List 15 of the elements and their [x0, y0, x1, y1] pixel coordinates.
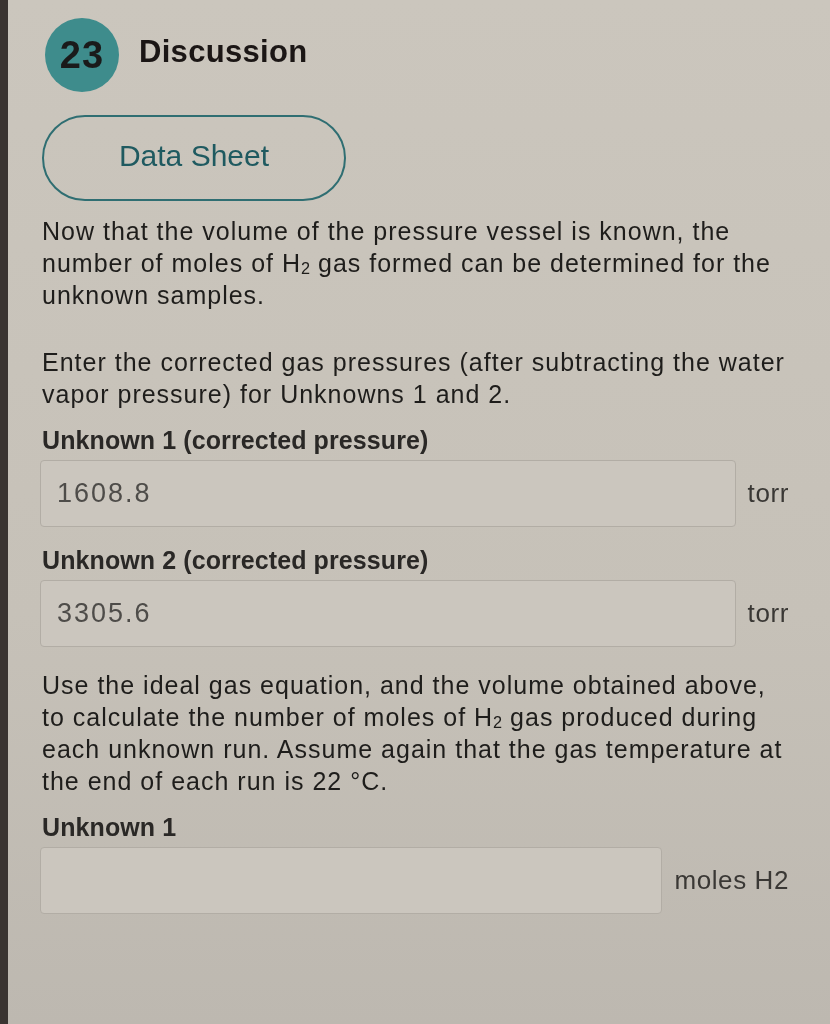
- instruction-text: Use the ideal gas equation, and the volume obtained above, to calculate the number of moles of H$_{2}$ gas produced during each unknown run. Assume again that the gas temperature at the end of each run is 22 °C.: [42, 670, 784, 797]
- instruction-text: Now that the volume of the pressure vessel is known, the number of moles of H$_{2}$ gas formed can be determined for the unknown samples.: [42, 216, 772, 311]
- field-label: Unknown 2 (corrected pressure): [42, 545, 430, 575]
- unit-label: moles H2: [674, 865, 789, 896]
- instruction-text: Enter the corrected gas pressures (after subtracting the water vapor pressure) for Unknowns 1 and 2.: [42, 347, 786, 410]
- field-label: Unknown 1: [42, 812, 178, 842]
- unit-label: torr: [747, 598, 789, 629]
- unit-label: torr: [747, 478, 789, 509]
- field-label: Unknown 1 (corrected pressure): [42, 425, 430, 455]
- step-number: 23: [45, 18, 119, 92]
- input-field[interactable]: [40, 847, 663, 914]
- input-field[interactable]: 1608.8: [40, 460, 736, 527]
- input-field[interactable]: 3305.6: [40, 580, 736, 647]
- data-sheet-button[interactable]: Data Sheet: [42, 115, 346, 201]
- section-title: Discussion: [139, 34, 308, 70]
